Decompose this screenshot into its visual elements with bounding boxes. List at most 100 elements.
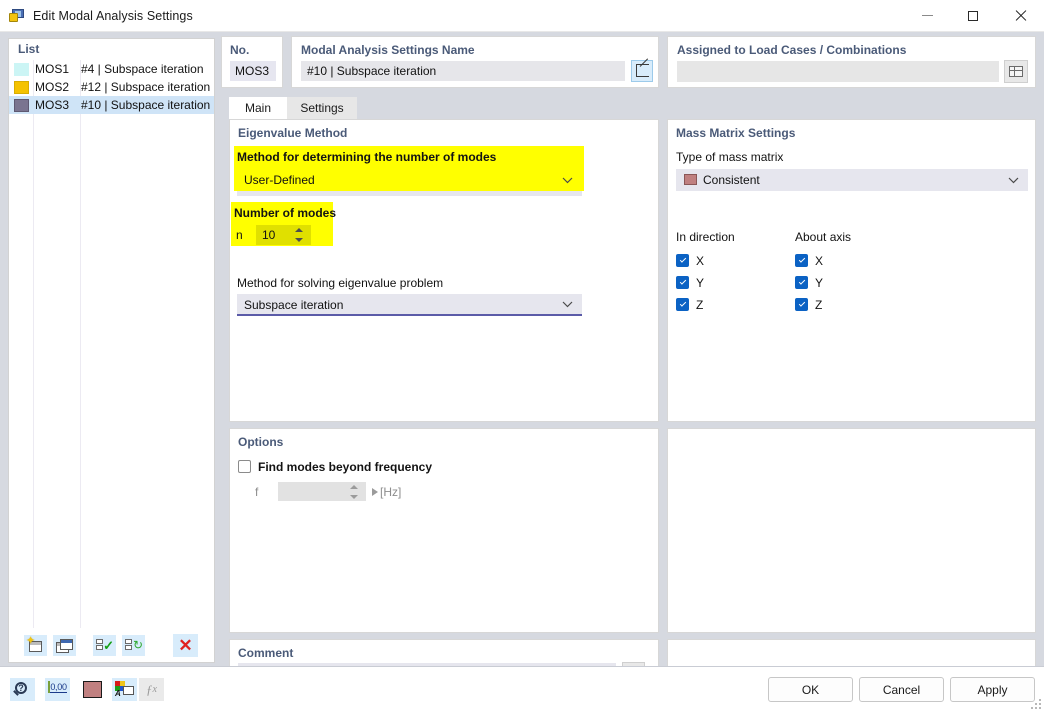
number-of-modes-label: Number of modes [234,206,337,220]
apply-button[interactable]: Apply [950,677,1035,702]
type-of-mass-matrix-value: Consistent [703,173,760,187]
list-item-description: #12 | Subspace iteration [81,80,211,94]
in-direction-z-label: Z [696,298,704,312]
number-of-modes-value: 10 [262,228,276,242]
resize-grip[interactable] [1031,699,1041,709]
method-for-modes-label: Method for determining the number of mod… [237,150,497,164]
find-modes-label: Find modes beyond frequency [258,460,433,474]
close-icon [1014,10,1026,22]
edit-pencil-icon[interactable] [631,60,653,82]
name-input[interactable]: #10 | Subspace iteration [301,61,625,81]
comment-title: Comment [238,646,294,660]
checkbox-about-axis-y[interactable] [795,276,808,289]
checkbox-in-direction-x[interactable] [676,254,689,267]
number-of-modes-input[interactable]: 10 [256,225,311,245]
list-item-code: MOS2 [35,80,70,94]
assigned-input[interactable] [677,61,999,82]
name-card: Modal Analysis Settings Name #10 | Subsp… [291,36,659,88]
solver-method-combo[interactable]: Subspace iteration [237,294,582,316]
about-axis-x-label: X [815,254,824,268]
chevron-down-icon [561,294,573,314]
list-item-description: #4 | Subspace iteration [81,62,204,76]
list-item-description: #10 | Subspace iteration [81,98,211,112]
tab-main[interactable]: Main [229,97,287,119]
name-label: Modal Analysis Settings Name [301,43,475,57]
checkbox-in-direction-y[interactable] [676,276,689,289]
frequency-input [278,482,378,501]
color-swatch [14,62,29,76]
modal-analysis-icon [9,8,25,24]
in-direction-x-label: X [696,254,705,268]
info-icon[interactable]: ? [10,678,35,701]
checkbox-find-modes-beyond-frequency[interactable] [238,460,251,473]
spinner-play-icon [372,488,378,496]
eigenvalue-method-panel: Eigenvalue Method Method for determining… [229,119,659,422]
minimize-button[interactable] [904,0,950,31]
checkbox-in-direction-z[interactable] [676,298,689,311]
cancel-button[interactable]: Cancel [859,677,944,702]
options-panel: Options Find modes beyond frequency f [H… [229,428,659,633]
frequency-unit: [Hz] [380,485,402,499]
table-select-icon[interactable] [1004,60,1028,83]
about-axis-y-label: Y [815,276,824,290]
list-toolbar: ✦ ✓ ↻ ✕ [9,628,214,662]
list-header: List [9,39,214,60]
method-for-modes-combo[interactable]: User-Defined [237,169,582,191]
maximize-icon [968,10,978,21]
no-card: No. MOS3 [221,36,283,88]
color-swatch-icon[interactable] [80,678,105,701]
about-axis-label: About axis [795,230,852,244]
minimize-icon [921,15,933,16]
invert-selection-icon[interactable]: ↻ [122,635,145,656]
mass-matrix-title: Mass Matrix Settings [676,126,796,140]
list-column-separator-1 [33,60,34,628]
right-blank-panel [667,428,1036,633]
decimal-places-icon[interactable]: 0,00 [45,678,70,701]
list-item-selected[interactable]: MOS3 #10 | Subspace iteration [9,96,214,114]
spinner-arrows-icon[interactable] [295,228,304,242]
assigned-label: Assigned to Load Cases / Combinations [677,43,907,57]
no-value[interactable]: MOS3 [230,61,276,81]
in-direction-y-label: Y [696,276,705,290]
method-combo-underlay [237,191,582,196]
new-icon[interactable]: ✦ [24,635,47,656]
select-all-icon[interactable]: ✓ [93,635,116,656]
list-panel: List MOS1 #4 | Subspace iteration MOS2 #… [8,38,215,663]
edit-modal-analysis-settings-dialog: Edit Modal Analysis Settings List MOS1 #… [0,0,1044,712]
decimal-places-label: 0,00 [50,682,67,693]
n-label: n [236,228,243,242]
type-of-mass-matrix-label: Type of mass matrix [676,150,784,164]
no-label: No. [230,43,250,57]
mass-matrix-settings-panel: Mass Matrix Settings Type of mass matrix… [667,119,1036,422]
type-of-mass-matrix-combo[interactable]: Consistent [676,169,1028,191]
solver-method-label: Method for solving eigenvalue problem [237,276,444,290]
color-swatch [14,80,29,94]
color-swatch [14,98,29,112]
ok-button[interactable]: OK [768,677,853,702]
tab-settings[interactable]: Settings [287,97,357,119]
in-direction-label: In direction [676,230,735,244]
window-title: Edit Modal Analysis Settings [33,8,193,23]
list-item-code: MOS3 [35,98,70,112]
maximize-button[interactable] [950,0,996,31]
chevron-down-icon [561,169,573,191]
method-for-modes-value: User-Defined [244,173,315,187]
delete-icon[interactable]: ✕ [173,634,198,657]
frequency-label: f [255,485,259,499]
bottom-bar: ? 0,00 A ƒx OK Cancel Apply [0,666,1044,712]
window-controls [904,0,1044,31]
close-button[interactable] [996,0,1044,31]
list-body[interactable]: MOS1 #4 | Subspace iteration MOS2 #12 | … [9,60,214,628]
checkbox-about-axis-x[interactable] [795,254,808,267]
list-column-separator-2 [80,60,81,628]
solver-method-value: Subspace iteration [244,298,344,312]
assigned-card: Assigned to Load Cases / Combinations [667,36,1036,88]
copy-icon[interactable] [53,635,76,656]
list-item-code: MOS1 [35,62,70,76]
list-item[interactable]: MOS1 #4 | Subspace iteration [9,60,214,78]
list-item[interactable]: MOS2 #12 | Subspace iteration [9,78,214,96]
checkbox-about-axis-z[interactable] [795,298,808,311]
display-properties-icon[interactable]: A [112,678,137,701]
options-title: Options [238,435,284,449]
spinner-arrows-icon [350,485,359,499]
